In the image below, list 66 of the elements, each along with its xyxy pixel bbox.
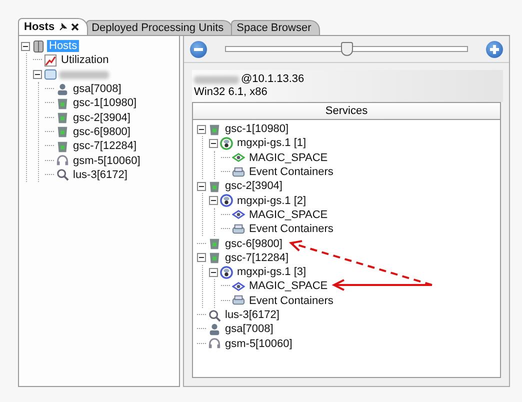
collapse-toggle[interactable] [197, 253, 206, 262]
minus-icon [194, 48, 203, 50]
collapse-toggle[interactable] [21, 42, 30, 51]
tab[interactable]: Space Browser [230, 20, 320, 35]
close-icon[interactable] [70, 23, 79, 31]
tree-item[interactable]: gsc-1[10980] [71, 97, 139, 110]
collapse-toggle[interactable] [209, 196, 218, 206]
zoom-slider[interactable] [225, 41, 468, 57]
drive-icon [232, 294, 245, 308]
tab[interactable]: Hosts [18, 18, 88, 35]
tree-item[interactable]: gsc-1[10980] [223, 123, 291, 136]
tree-item[interactable]: lus-3[6172] [71, 168, 130, 181]
collapse-toggle[interactable] [209, 268, 218, 277]
collapse-toggle[interactable] [197, 124, 206, 134]
tree-item[interactable]: gsc-6[9800] [223, 238, 284, 250]
search-icon [208, 308, 221, 322]
host-os: Win32 6.1, x86 [194, 86, 268, 99]
tree-item[interactable]: gsa[7008] [71, 83, 124, 96]
container-icon [56, 140, 69, 153]
person-icon [56, 82, 69, 96]
headset-icon [56, 154, 69, 168]
column-header[interactable]: Services [193, 103, 500, 120]
search-icon [56, 168, 69, 182]
zoom-out-button[interactable] [190, 40, 207, 58]
host-address: @10.1.13.36 [241, 73, 304, 86]
tree-item[interactable]: gsc-7[12284] [71, 140, 139, 152]
collapse-toggle[interactable] [209, 138, 218, 148]
tree-item[interactable]: Event Containers [247, 294, 336, 307]
container-icon [56, 125, 69, 138]
tree-item[interactable]: gsc-7[12284] [223, 252, 291, 264]
zoom-in-button[interactable] [486, 40, 503, 58]
container-icon [208, 251, 221, 264]
tab[interactable]: Deployed Processing Units [86, 20, 233, 35]
tree-item[interactable]: mgxpi-gs.1 [1] [235, 137, 308, 150]
tree-item[interactable]: gsa[7008] [223, 323, 276, 336]
container-icon [56, 96, 69, 110]
tree-item[interactable]: lus-3[6172] [223, 309, 282, 321]
tree-item[interactable]: gsm-5[10060] [71, 154, 142, 167]
drive-icon [232, 166, 245, 179]
headset-icon [208, 337, 221, 350]
tree-item[interactable]: gsc-2[3904] [71, 112, 132, 124]
server-icon [32, 40, 45, 53]
tree-item[interactable]: mgxpi-gs.1 [3] [235, 266, 308, 278]
computer-icon [44, 68, 57, 82]
tree-item[interactable]: gsm-5[10060] [223, 338, 294, 350]
tree-item[interactable]: MAGIC_SPACE [247, 208, 330, 221]
container-icon [208, 180, 221, 193]
container-icon [56, 111, 69, 124]
pin-icon[interactable] [58, 23, 67, 31]
tree-item[interactable]: Event Containers [247, 223, 336, 236]
container-icon [208, 237, 221, 250]
chart-icon [44, 54, 57, 67]
drive-icon [232, 222, 245, 236]
tree-item[interactable]: gsc-6[9800] [71, 126, 132, 138]
collapse-toggle[interactable] [33, 70, 42, 80]
tree-item[interactable]: Utilization [59, 54, 111, 66]
container-icon [208, 122, 221, 136]
collapse-toggle[interactable] [197, 182, 206, 191]
slider-thumb[interactable] [340, 42, 352, 56]
tree-item[interactable]: MAGIC_SPACE [247, 152, 330, 164]
tree-item[interactable]: Event Containers [247, 166, 336, 178]
plus-icon [490, 44, 499, 54]
tree-item[interactable]: MAGIC_SPACE [247, 280, 330, 292]
tree-item[interactable]: mgxpi-gs.1 [2] [235, 194, 308, 207]
person-icon [208, 322, 221, 336]
tree-item[interactable]: gsc-2[3904] [223, 180, 284, 192]
